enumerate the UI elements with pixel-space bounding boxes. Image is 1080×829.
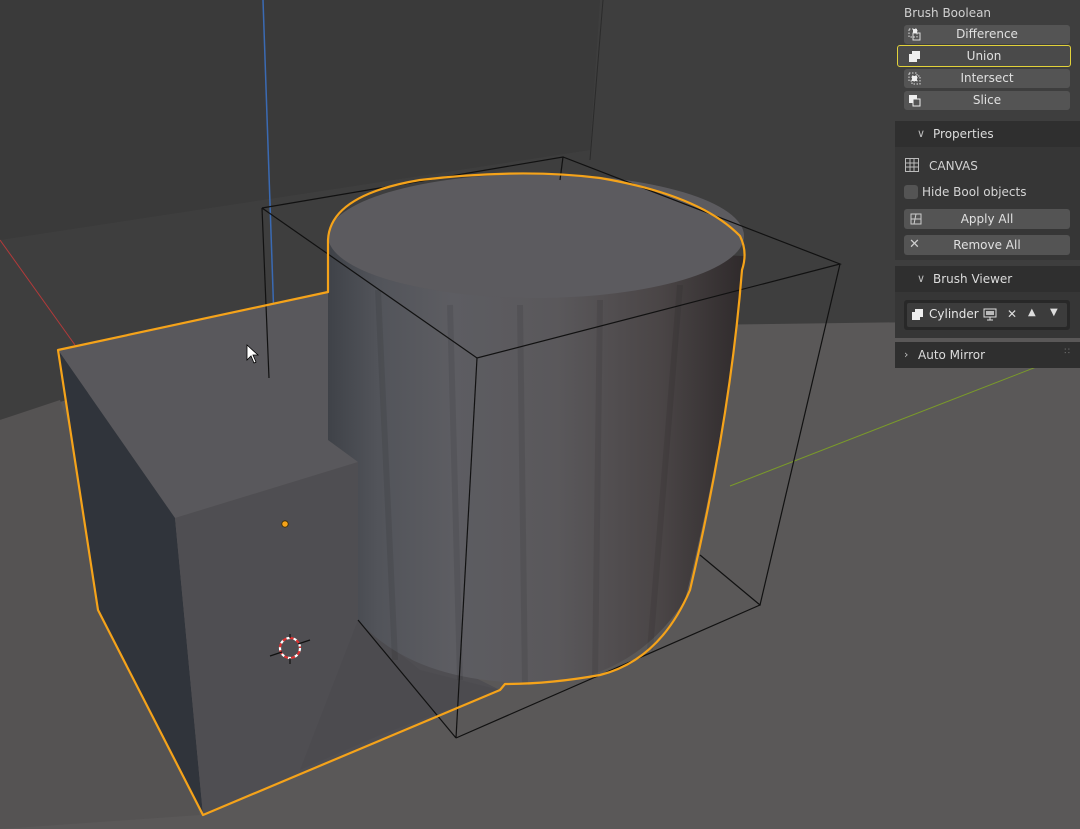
properties-header[interactable]: ∨ Properties: [895, 121, 1080, 147]
move-up-icon[interactable]: ▲: [1028, 307, 1036, 318]
object-origin-dot[interactable]: [281, 520, 289, 528]
auto-mirror-header[interactable]: › Auto Mirror ∷: [895, 342, 1080, 368]
union-button[interactable]: Union: [897, 45, 1071, 67]
hide-bool-checkbox[interactable]: [904, 185, 918, 199]
remove-all-button[interactable]: ✕ Remove All: [904, 235, 1070, 255]
properties-title: Properties: [933, 127, 994, 141]
cylinder-top-face: [328, 174, 744, 298]
grid-icon: [905, 158, 919, 172]
difference-button[interactable]: Difference: [904, 25, 1070, 44]
apply-all-button[interactable]: Apply All: [904, 209, 1070, 229]
brush-list-item[interactable]: Cylinder ✕ ▲ ▼: [907, 303, 1067, 327]
chevron-right-icon: ›: [904, 348, 909, 361]
difference-label: Difference: [956, 27, 1018, 41]
boolean-sidebar-panel: Brush Boolean Difference Union Intersect…: [895, 0, 1080, 829]
slice-label: Slice: [972, 93, 1002, 107]
chevron-down-icon: ∨: [917, 272, 926, 285]
brush-list: Cylinder ✕ ▲ ▼: [904, 300, 1070, 330]
monitor-icon[interactable]: [983, 308, 997, 321]
brush-viewer-header[interactable]: ∨ Brush Viewer: [895, 266, 1080, 292]
union-icon: [912, 309, 923, 320]
properties-body: CANVAS Hide Bool objects Apply All ✕ Rem…: [895, 147, 1080, 260]
hide-bool-label: Hide Bool objects: [922, 185, 1027, 199]
move-down-icon[interactable]: ▼: [1050, 307, 1058, 318]
chevron-down-icon: ∨: [917, 127, 926, 140]
auto-mirror-title: Auto Mirror: [918, 348, 986, 362]
brush-item-name: Cylinder: [929, 307, 979, 321]
union-label: Union: [966, 49, 1002, 63]
drag-handle-icon[interactable]: ∷: [1064, 347, 1070, 357]
intersect-button[interactable]: Intersect: [904, 69, 1070, 88]
remove-brush-icon[interactable]: ✕: [1007, 307, 1017, 321]
slice-button[interactable]: Slice: [904, 91, 1070, 110]
apply-all-label: Apply All: [960, 212, 1014, 226]
canvas-label: CANVAS: [929, 159, 978, 173]
brush-viewer-title: Brush Viewer: [933, 272, 1013, 286]
brush-boolean-title: Brush Boolean: [904, 6, 992, 20]
intersect-label: Intersect: [960, 71, 1014, 85]
remove-all-label: Remove All: [953, 238, 1021, 252]
